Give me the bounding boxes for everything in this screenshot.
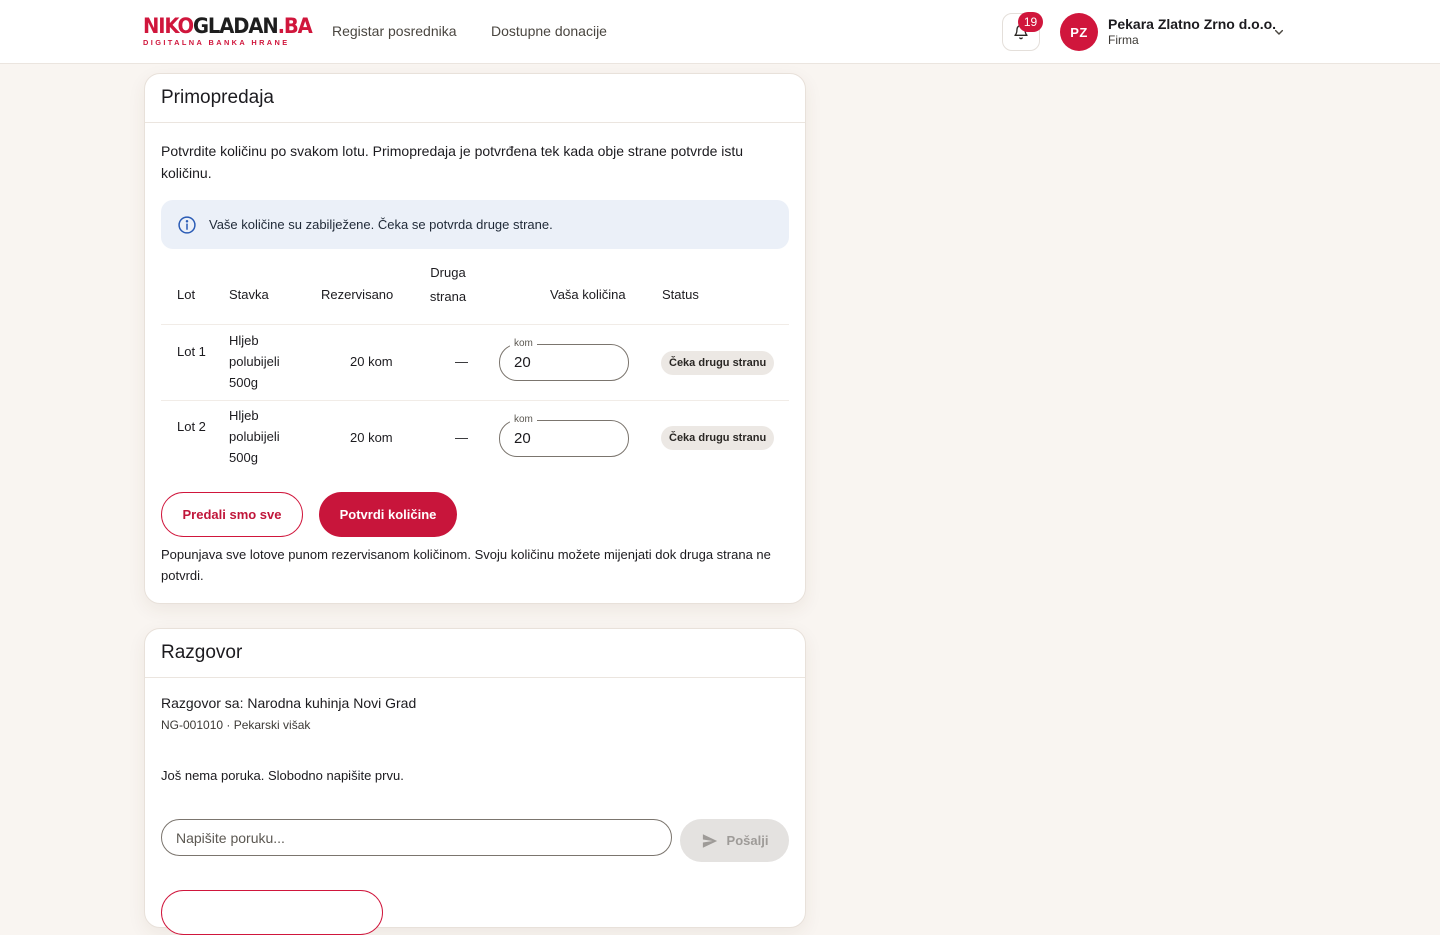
chevron-down-icon[interactable] [1271,24,1287,40]
nav-link-intermediaries[interactable]: Registar posrednika [332,22,457,40]
handover-title: Primopredaja [145,74,805,123]
column-header-your-qty: Vaša količina [550,287,626,302]
chat-card: Razgovor Razgovor sa: Narodna kuhinja No… [144,628,806,935]
quantity-unit-label: kom [510,413,537,427]
message-input[interactable] [161,819,672,856]
confirm-quantities-button[interactable]: Potvrdi količine [319,492,457,537]
handed-over-all-button[interactable]: Predali smo sve [161,492,303,537]
send-label: Pošalji [726,833,769,848]
secondary-action-button[interactable] [161,890,383,935]
user-name[interactable]: Pekara Zlatno Zrno d.o.o. [1108,16,1276,32]
column-header-status: Status [662,287,699,302]
row-divider [161,324,789,325]
nav-link-donations[interactable]: Dostupne donacije [491,22,607,40]
column-header-lot: Lot [177,287,196,302]
send-button[interactable]: Pošalji [680,819,789,862]
cell-other-party: — [455,354,468,369]
conversation-reference: NG-001010 · Pekarski višak [161,718,311,732]
column-header-reserved: Rezervisano [321,287,394,302]
conversation-partner: Razgovor sa: Narodna kuhinja Novi Grad [161,695,417,711]
chat-title: Razgovor [145,629,805,678]
cell-item: Hljeb polubijeli 500g [229,333,280,390]
cell-item: Hljeb polubijeli 500g [229,408,280,465]
empty-messages-text: Još nema poruka. Slobodno napišite prvu. [161,768,404,783]
info-text: Vaše količine su zabilježene. Čeka se po… [209,217,553,232]
top-navbar: NIKOGLADAN.BA DIGITALNA BANKA HRANE Regi… [0,0,1440,64]
row-divider [161,400,789,401]
helper-note: Popunjava sve lotove punom rezervisanom … [161,547,771,583]
send-icon [702,833,717,848]
handover-card: Primopredaja Potvrdite količinu po svako… [144,73,806,604]
handover-intro: Potvrdite količinu po svakom lotu. Primo… [161,143,744,181]
cell-other-party: — [455,430,468,445]
quantity-unit-label: kom [510,337,537,351]
cell-reserved: 20 kom [350,354,393,369]
column-header-other-party: Druga strana [429,265,467,304]
quantity-value[interactable]: 20 [514,354,531,372]
quantity-input[interactable]: kom 20 [499,337,629,381]
cell-reserved: 20 kom [350,430,393,445]
cell-lot: Lot 2 [177,419,206,434]
status-badge: Čeka drugu stranu [661,426,775,450]
cell-lot: Lot 1 [177,344,206,359]
logo[interactable]: NIKOGLADAN.BA DIGITALNA BANKA HRANE [143,14,313,50]
status-badge: Čeka drugu stranu [661,351,775,375]
info-alert: Vaše količine su zabilježene. Čeka se po… [161,200,789,249]
quantity-value[interactable]: 20 [514,430,531,448]
column-header-item: Stavka [229,287,269,302]
user-role: Firma [1108,33,1139,47]
avatar[interactable]: PZ [1060,13,1098,51]
info-icon [178,215,196,234]
notification-count-badge: 19 [1018,12,1043,32]
logo-tagline: DIGITALNA BANKA HRANE [143,38,290,47]
quantity-input[interactable]: kom 20 [499,413,629,457]
logo-wordmark: NIKOGLADAN.BA [143,14,313,38]
